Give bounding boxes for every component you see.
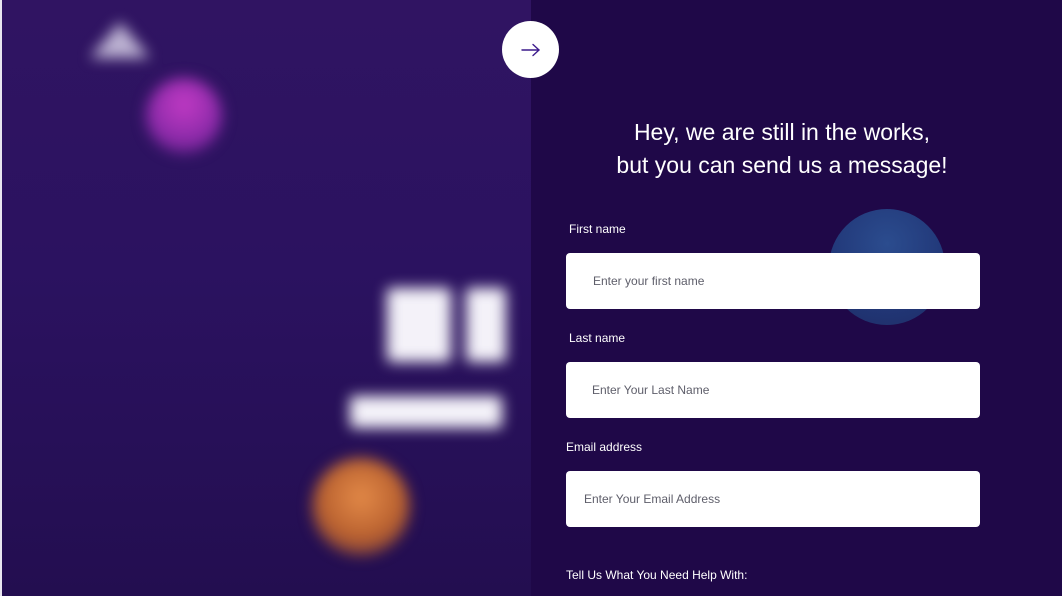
orange-orb-decoration xyxy=(312,458,410,556)
blurred-content xyxy=(2,0,531,596)
heading-line-1: Hey, we are still in the works, xyxy=(633,119,931,145)
blurred-button xyxy=(350,396,502,428)
next-arrow-button[interactable] xyxy=(502,21,559,78)
help-topic-label: Tell Us What You Need Help With: xyxy=(566,568,748,582)
triangle-decoration xyxy=(90,22,150,58)
blurred-background-panel xyxy=(0,0,531,596)
form-heading: Hey, we are still in the works, but you … xyxy=(531,116,1033,182)
blurred-card xyxy=(387,288,451,362)
last-name-field[interactable] xyxy=(566,362,980,418)
first-name-label: First name xyxy=(569,222,626,236)
arrow-right-icon xyxy=(520,43,540,56)
blurred-card xyxy=(466,288,506,362)
last-name-label: Last name xyxy=(569,331,626,345)
page: Hey, we are still in the works, but you … xyxy=(0,0,1062,596)
heading-line-2: but you can send us a message! xyxy=(616,152,948,178)
first-name-field[interactable] xyxy=(566,253,980,309)
pink-orb-decoration xyxy=(146,78,222,154)
email-field[interactable] xyxy=(566,471,980,527)
contact-form-panel: Hey, we are still in the works, but you … xyxy=(531,0,1062,596)
email-label: Email address xyxy=(566,440,643,454)
